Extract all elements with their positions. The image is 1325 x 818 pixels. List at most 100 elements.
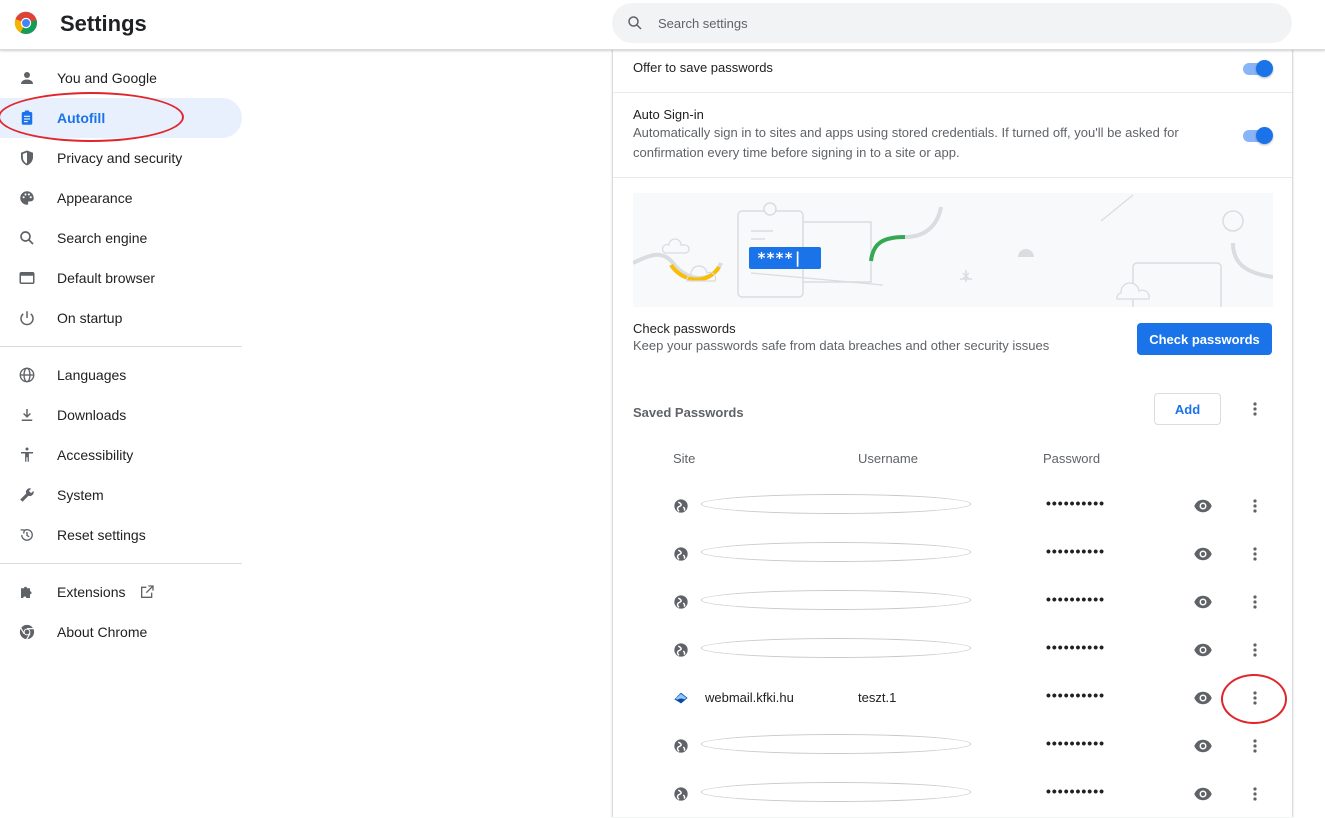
password-row[interactable]: ••••••••••: [613, 530, 1294, 578]
sidebar-item-label: On startup: [57, 310, 123, 326]
globe-icon: [673, 642, 689, 658]
password-row[interactable]: ••••••••••: [613, 578, 1294, 626]
sidebar-item-reset-settings[interactable]: Reset settings: [0, 515, 242, 555]
top-bar: Settings: [0, 0, 1325, 50]
redaction-overlay: [701, 494, 971, 514]
show-password-eye-icon[interactable]: [1193, 784, 1213, 804]
row-more-actions-icon[interactable]: [1243, 686, 1267, 710]
password-value: ••••••••••: [1046, 783, 1106, 799]
username-value: teszt.1: [858, 690, 897, 705]
password-value: ••••••••••: [1046, 543, 1106, 559]
redaction-overlay: [701, 734, 971, 754]
sidebar-item-accessibility[interactable]: Accessibility: [0, 435, 242, 475]
sidebar-item-label: Reset settings: [57, 527, 146, 543]
clipboard-icon: [18, 109, 36, 127]
add-password-button[interactable]: Add: [1154, 393, 1221, 425]
site-favicon-icon: [673, 690, 689, 706]
show-password-eye-icon[interactable]: [1193, 592, 1213, 612]
open-in-new-icon[interactable]: [139, 584, 155, 600]
sidebar-item-system[interactable]: System: [0, 475, 242, 515]
browser-window-icon: [18, 269, 36, 287]
search-bar[interactable]: [612, 3, 1292, 43]
sidebar-item-appearance[interactable]: Appearance: [0, 178, 242, 218]
offer-to-save-toggle[interactable]: [1241, 60, 1273, 77]
offer-to-save-label: Offer to save passwords: [633, 60, 773, 75]
chrome-icon: [18, 623, 36, 641]
sidebar-item-label: Appearance: [57, 190, 133, 206]
row-more-actions-icon[interactable]: [1243, 638, 1267, 662]
show-password-eye-icon[interactable]: [1193, 736, 1213, 756]
accessibility-icon: [18, 446, 36, 464]
password-row[interactable]: ••••••••••: [613, 626, 1294, 674]
site-name: webmail.kfki.hu: [705, 690, 794, 705]
saved-passwords-more-icon[interactable]: [1243, 397, 1267, 421]
shield-icon: [18, 149, 36, 167]
redaction-overlay: [701, 782, 971, 802]
sidebar-item-about-chrome[interactable]: About Chrome: [0, 612, 242, 652]
sidebar-item-downloads[interactable]: Downloads: [0, 395, 242, 435]
column-header-site: Site: [673, 451, 696, 466]
sidebar-item-label: About Chrome: [57, 624, 148, 640]
globe-icon: [673, 498, 689, 514]
sidebar-item-privacy-and-security[interactable]: Privacy and security: [0, 138, 242, 178]
globe-icon: [673, 786, 689, 802]
auto-signin-title: Auto Sign-in: [633, 107, 704, 122]
password-value: ••••••••••: [1046, 639, 1106, 655]
sidebar-item-label: Accessibility: [57, 447, 134, 463]
password-check-illustration: ****|: [633, 193, 1273, 307]
check-passwords-button[interactable]: Check passwords: [1137, 323, 1272, 355]
search-input[interactable]: [658, 3, 1278, 43]
passwords-card: Offer to save passwords Auto Sign-in Aut…: [612, 50, 1293, 817]
sidebar-item-you-and-google[interactable]: You and Google: [0, 58, 242, 98]
auto-signin-row: Auto Sign-in Automatically sign in to si…: [633, 107, 1193, 163]
password-value: ••••••••••: [1046, 735, 1106, 751]
toggle-knob: [1256, 60, 1273, 77]
password-value: ••••••••••: [1046, 495, 1106, 511]
sidebar-item-label: Autofill: [57, 110, 106, 126]
search-icon: [628, 16, 642, 30]
wrench-icon: [18, 486, 36, 504]
sidebar-item-label: System: [57, 487, 104, 503]
sidebar-item-label: Downloads: [57, 407, 127, 423]
redaction-overlay: [701, 590, 971, 610]
sidebar-divider: [0, 563, 242, 564]
password-row[interactable]: ••••••••••: [613, 482, 1294, 530]
search-icon: [18, 229, 36, 247]
auto-signin-toggle[interactable]: [1241, 127, 1273, 144]
person-icon: [18, 69, 36, 87]
palette-icon: [18, 189, 36, 207]
globe-icon: [673, 546, 689, 562]
saved-passwords-title: Saved Passwords: [633, 405, 744, 420]
toggle-knob: [1256, 127, 1273, 144]
sidebar-item-label: Privacy and security: [57, 150, 183, 166]
auto-signin-description: Automatically sign in to sites and apps …: [633, 125, 1179, 160]
sidebar-item-on-startup[interactable]: On startup: [0, 298, 242, 338]
offer-to-save-row: Offer to save passwords: [633, 60, 1272, 75]
row-more-actions-icon[interactable]: [1243, 494, 1267, 518]
show-password-eye-icon[interactable]: [1193, 544, 1213, 564]
sidebar: You and Google Autofill Privacy and secu…: [0, 58, 242, 652]
show-password-eye-icon[interactable]: [1193, 496, 1213, 516]
show-password-eye-icon[interactable]: [1193, 688, 1213, 708]
password-row[interactable]: ••••••••••: [613, 722, 1294, 770]
sidebar-item-label: Languages: [57, 367, 127, 383]
row-more-actions-icon[interactable]: [1243, 542, 1267, 566]
password-value: ••••••••••: [1046, 591, 1106, 607]
sidebar-item-extensions[interactable]: Extensions: [0, 572, 242, 612]
row-more-actions-icon[interactable]: [1243, 590, 1267, 614]
puzzle-icon: [18, 583, 36, 601]
sidebar-item-autofill[interactable]: Autofill: [0, 98, 242, 138]
globe-icon: [18, 366, 36, 384]
show-password-eye-icon[interactable]: [1193, 640, 1213, 660]
password-row[interactable]: webmail.kfki.hu teszt.1 ••••••••••: [613, 674, 1294, 722]
sidebar-item-search-engine[interactable]: Search engine: [0, 218, 242, 258]
sidebar-item-languages[interactable]: Languages: [0, 355, 242, 395]
sidebar-item-label: You and Google: [57, 70, 157, 86]
redaction-overlay: [701, 542, 971, 562]
password-row[interactable]: ••••••••••: [613, 770, 1294, 818]
sidebar-item-default-browser[interactable]: Default browser: [0, 258, 242, 298]
row-more-actions-icon[interactable]: [1243, 734, 1267, 758]
column-header-username: Username: [858, 451, 918, 466]
sidebar-item-label: Search engine: [57, 230, 148, 246]
row-more-actions-icon[interactable]: [1243, 782, 1267, 806]
